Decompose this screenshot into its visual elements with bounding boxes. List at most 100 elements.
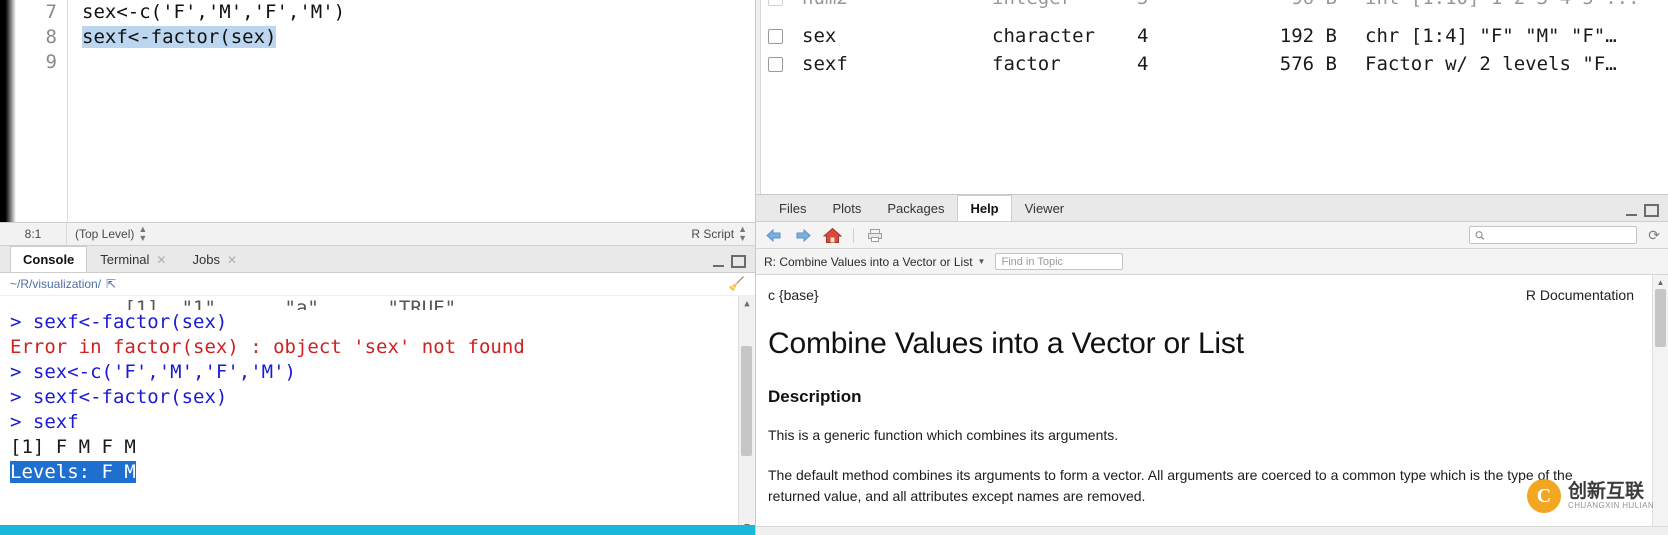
console-line: [1] "1" "a" "TRUE" bbox=[124, 297, 457, 311]
tab-files[interactable]: Files bbox=[766, 195, 819, 221]
help-search-box[interactable] bbox=[1469, 226, 1638, 244]
variable-type: character bbox=[992, 25, 1095, 47]
back-arrow-icon[interactable] bbox=[764, 226, 784, 244]
forward-arrow-icon[interactable] bbox=[793, 226, 813, 244]
variable-size: 192 B bbox=[1279, 25, 1337, 47]
help-doc-title: Combine Values into a Vector or List bbox=[768, 327, 1244, 360]
tab-packages[interactable]: Packages bbox=[874, 195, 957, 221]
window-edge-shadow bbox=[0, 0, 16, 222]
tab-label: Files bbox=[779, 200, 807, 216]
code-line-text: sex<-c('F','M','F','M') bbox=[82, 1, 346, 23]
console-line: > sexf<-factor(sex) bbox=[10, 311, 228, 333]
table-row[interactable]: sex character 4 192 B chr [1:4] "F" "M" … bbox=[756, 22, 1668, 50]
help-package-label: c {base} bbox=[768, 287, 819, 303]
environment-variable-table: num2 integer 5 96 B int [1:10] 1 2 3 4 5… bbox=[756, 0, 1668, 78]
help-doc-header: c {base} R Documentation bbox=[768, 287, 1634, 303]
variable-size: 576 B bbox=[1279, 53, 1337, 75]
clear-console-icon[interactable]: 🧹 bbox=[729, 276, 745, 292]
search-icon bbox=[1475, 230, 1485, 240]
console-line: > sexf bbox=[10, 411, 79, 433]
help-toolbar: ⟳ bbox=[756, 222, 1668, 249]
console-selected-text: Levels: F M bbox=[10, 461, 136, 483]
row-checkbox[interactable] bbox=[768, 29, 783, 44]
scroll-up-icon[interactable]: ▲ bbox=[1653, 275, 1668, 289]
variable-length: 4 bbox=[1137, 53, 1149, 75]
minimize-icon[interactable] bbox=[1626, 206, 1637, 216]
row-checkbox[interactable] bbox=[768, 0, 783, 6]
variable-length: 5 bbox=[1137, 0, 1217, 9]
help-topic-selector[interactable]: R: Combine Values into a Vector or List … bbox=[764, 255, 985, 269]
tab-label: Viewer bbox=[1024, 200, 1065, 216]
tab-viewer[interactable]: Viewer bbox=[1012, 195, 1078, 221]
help-paragraph: This is a generic function which combine… bbox=[768, 427, 1119, 443]
tab-console[interactable]: Console bbox=[10, 246, 88, 272]
console-line: [1] F M F M bbox=[10, 436, 136, 458]
variable-size: 96 B bbox=[1217, 0, 1365, 9]
console-output[interactable]: [1] "1" "a" "TRUE" > sexf<-factor(sex) E… bbox=[0, 296, 755, 535]
scrollbar-thumb[interactable] bbox=[741, 346, 752, 456]
help-topic-label: R: Combine Values into a Vector or List bbox=[764, 254, 973, 269]
tab-label: Packages bbox=[887, 200, 945, 216]
help-pane[interactable]: Files Plots Packages Help Viewer ⟳ R: Co… bbox=[756, 195, 1668, 535]
variable-name: num2 bbox=[802, 0, 992, 9]
console-scrollbar[interactable]: ▲ ▼ bbox=[738, 296, 755, 535]
chevron-updown-icon: ▲ ▼ bbox=[738, 224, 747, 243]
tab-help[interactable]: Help bbox=[957, 195, 1012, 221]
code-scope-selector[interactable]: (Top Level) ▲ ▼ bbox=[66, 223, 147, 245]
console-line: > sexf<-factor(sex) bbox=[10, 386, 228, 408]
console-line-selected: Levels: F M bbox=[10, 460, 755, 485]
maximize-icon[interactable] bbox=[1644, 204, 1659, 217]
source-editor-pane[interactable]: 7 8 9 sex<-c('F','M','F','M') sexf<-fact… bbox=[0, 0, 756, 222]
file-type-label: R Script bbox=[691, 227, 735, 241]
file-type-selector[interactable]: R Script ▲ ▼ bbox=[691, 225, 755, 243]
code-line-selected[interactable]: sexf<-factor(sex) bbox=[82, 25, 755, 50]
chevron-down-icon: ▼ bbox=[977, 257, 986, 266]
row-checkbox[interactable] bbox=[768, 57, 783, 72]
left-column: 7 8 9 sex<-c('F','M','F','M') sexf<-fact… bbox=[0, 0, 756, 535]
tab-plots[interactable]: Plots bbox=[819, 195, 874, 221]
chevron-updown-icon: ▲ ▼ bbox=[138, 224, 148, 243]
help-scrollbar[interactable]: ▲ bbox=[1652, 275, 1668, 535]
console-working-directory[interactable]: ~/R/visualization/ ⇱ 🧹 bbox=[0, 273, 755, 296]
variable-length: 4 bbox=[1137, 25, 1149, 47]
tab-jobs[interactable]: Jobs ✕ bbox=[179, 246, 250, 272]
editor-code-area[interactable]: sex<-c('F','M','F','M') sexf<-factor(sex… bbox=[68, 0, 755, 222]
scrollbar-thumb[interactable] bbox=[1655, 289, 1666, 347]
variable-name: sex bbox=[802, 25, 837, 47]
print-icon[interactable] bbox=[865, 226, 885, 244]
find-in-topic-input[interactable]: Find in Topic bbox=[995, 253, 1124, 270]
console-line: > sex<-c('F','M','F','M') bbox=[10, 361, 296, 383]
refresh-icon[interactable]: ⟳ bbox=[1646, 227, 1660, 244]
environment-pane[interactable]: num2 integer 5 96 B int [1:10] 1 2 3 4 5… bbox=[756, 0, 1668, 195]
variable-value: chr [1:4] "F" "M" "F"… bbox=[1365, 25, 1617, 47]
help-topic-bar: R: Combine Values into a Vector or List … bbox=[756, 249, 1668, 275]
help-window-controls bbox=[1626, 204, 1668, 221]
home-icon[interactable] bbox=[822, 226, 842, 244]
variable-value: Factor w/ 2 levels "F… bbox=[1365, 53, 1617, 75]
tab-label: Terminal bbox=[100, 251, 150, 267]
tab-label: Console bbox=[23, 251, 75, 267]
help-search-input[interactable] bbox=[1489, 228, 1632, 242]
table-row[interactable]: num2 integer 5 96 B int [1:10] 1 2 3 4 5… bbox=[756, 0, 1668, 22]
tab-label: Jobs bbox=[192, 251, 220, 267]
console-pane[interactable]: Console Terminal ✕ Jobs ✕ ~/R/visualizat… bbox=[0, 246, 756, 535]
help-content: c {base} R Documentation Combine Values … bbox=[756, 275, 1668, 535]
tab-label: Help bbox=[970, 200, 999, 216]
help-paragraph: The default method combines its argument… bbox=[768, 467, 1573, 504]
external-link-icon[interactable]: ⇱ bbox=[106, 277, 116, 291]
help-bottom-strip bbox=[756, 526, 1668, 535]
toolbar-divider bbox=[853, 227, 854, 243]
tab-terminal[interactable]: Terminal ✕ bbox=[87, 246, 179, 272]
close-icon[interactable]: ✕ bbox=[227, 247, 237, 273]
table-row[interactable]: sexf factor 4 576 B Factor w/ 2 levels "… bbox=[756, 50, 1668, 78]
scroll-up-icon[interactable]: ▲ bbox=[739, 296, 755, 312]
scope-label: (Top Level) bbox=[75, 227, 135, 241]
code-line[interactable]: sex<-c('F','M','F','M') bbox=[82, 0, 755, 25]
close-icon[interactable]: ✕ bbox=[156, 247, 166, 273]
maximize-icon[interactable] bbox=[731, 255, 746, 268]
code-line[interactable] bbox=[82, 50, 755, 75]
console-horizontal-scrollbar[interactable] bbox=[0, 525, 755, 535]
variable-type: factor bbox=[992, 53, 1061, 75]
code-line-text: sexf<-factor(sex) bbox=[82, 26, 277, 48]
minimize-icon[interactable] bbox=[713, 257, 724, 267]
